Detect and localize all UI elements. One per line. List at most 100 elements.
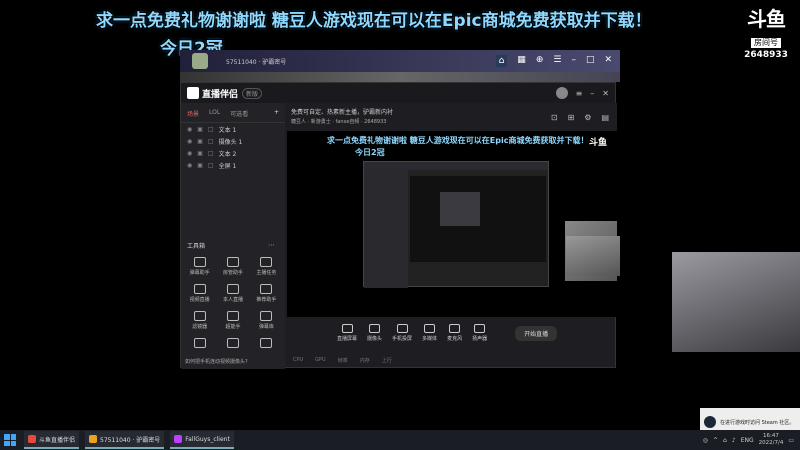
phone-icon xyxy=(396,324,408,333)
network-icon[interactable]: ⌂ xyxy=(723,437,727,444)
source-icon: □ xyxy=(207,137,214,145)
app-name: 直播伴侣 xyxy=(202,89,239,100)
version-badge[interactable]: 新版 xyxy=(242,87,263,99)
source-row[interactable]: ◉ ▣ □ 全屏 1 xyxy=(181,159,285,171)
language-indicator[interactable]: ENG xyxy=(741,437,754,444)
tool-label: 弹幕助手 xyxy=(189,270,210,276)
eye-icon[interactable]: ◉ xyxy=(187,126,192,133)
lock-icon[interactable]: ▣ xyxy=(197,138,203,145)
minimize-icon[interactable]: – xyxy=(571,55,576,67)
more-icon[interactable]: ⋯ xyxy=(268,241,275,249)
tool-item[interactable] xyxy=(183,338,216,350)
stream-controls: 直播屏幕 摄像头 手机投屏 多媒体 麦克风 扬声器 开始直播 xyxy=(285,317,617,349)
tool-icon xyxy=(260,338,273,348)
phone-cast-button[interactable]: 手机投屏 xyxy=(392,324,412,342)
tool-item[interactable]: 弹幕库 xyxy=(250,311,283,330)
tool-icon xyxy=(226,311,239,321)
microphone-button[interactable]: 麦克风 xyxy=(447,324,462,342)
source-icon: □ xyxy=(207,149,214,157)
tool-item[interactable] xyxy=(216,338,249,350)
tool-label: 超能手 xyxy=(225,324,241,330)
lock-icon[interactable]: ▣ xyxy=(197,150,203,157)
tool-icon xyxy=(260,257,273,267)
lock-icon[interactable]: ▣ xyxy=(197,126,203,133)
tool-item[interactable] xyxy=(250,338,283,350)
camera-thumbnail xyxy=(566,236,620,276)
lock-icon[interactable]: ▣ xyxy=(197,162,203,169)
source-row[interactable]: ◉ ▣ □ 摄像头 1 xyxy=(181,135,285,147)
tool-icon xyxy=(193,257,206,267)
screen-icon xyxy=(341,324,353,333)
volume-icon[interactable]: ♪ xyxy=(732,437,736,444)
list-icon[interactable]: ☰ xyxy=(553,55,561,67)
lock-icon[interactable]: ⊡ xyxy=(551,113,558,122)
avatar xyxy=(192,53,208,69)
chart-icon[interactable]: ▤ xyxy=(601,113,609,122)
eye-icon[interactable]: ◉ xyxy=(187,162,192,169)
taskbar: 斗鱼直播伴侣 57511040 · 驴霸密号 FallGuys_client ◎… xyxy=(0,430,800,450)
source-row[interactable]: ◉ ▣ □ 文本 1 xyxy=(181,123,285,135)
eye-icon[interactable]: ◉ xyxy=(187,150,192,157)
add-scene-button[interactable]: + xyxy=(274,109,279,118)
steam-tray-icon[interactable]: ◎ xyxy=(703,437,708,444)
gift-icon[interactable]: ⊞ xyxy=(568,113,575,122)
tool-item[interactable]: 超能手 xyxy=(216,311,249,330)
taskbar-item[interactable]: 57511040 · 驴霸密号 xyxy=(85,431,165,449)
tool-item[interactable]: 主播任务 xyxy=(250,257,283,276)
source-row[interactable]: ◉ ▣ □ 文本 2 xyxy=(181,147,285,159)
windows-start-icon[interactable] xyxy=(2,432,18,448)
eye-icon[interactable]: ◉ xyxy=(187,138,192,145)
tool-item[interactable]: 滤镜器 xyxy=(183,311,216,330)
chevron-up-icon[interactable]: ^ xyxy=(713,437,718,444)
tool-item[interactable]: 视频直播 xyxy=(183,284,216,303)
scene-tabs: 场景 LOL 可选看 + xyxy=(181,103,285,123)
microphone-icon xyxy=(449,324,461,333)
start-stream-button[interactable]: 开始直播 xyxy=(515,325,558,341)
logo-sub: 房间号 xyxy=(751,38,781,48)
home-icon[interactable]: ⌂ xyxy=(495,55,508,67)
tab-scene[interactable]: 场景 xyxy=(187,109,199,118)
camera-feed xyxy=(672,252,800,352)
stream-info-header: 免费可自定、热素新主播，驴霸新内衬 糖豆人 · 新游勇士 · fanxe自频 ·… xyxy=(285,103,617,131)
grid-icon[interactable]: ▦ xyxy=(517,55,526,67)
nested-titlebar xyxy=(364,162,548,170)
tool-label: 本人直播 xyxy=(222,297,243,303)
avatar[interactable] xyxy=(555,87,568,99)
tool-item[interactable]: 本人直播 xyxy=(216,284,249,303)
tool-icon xyxy=(260,284,273,294)
steam-icon xyxy=(704,416,716,428)
tab-optional[interactable]: 可选看 xyxy=(230,109,248,118)
clock[interactable]: 16:47 2022/7/4 xyxy=(759,433,784,447)
tool-item[interactable]: 房管助手 xyxy=(216,257,249,276)
strip-toolbar: ⌂ ▦ ⊕ ☰ – □ ✕ xyxy=(495,55,620,67)
screen-capture-button[interactable]: 直播屏幕 xyxy=(337,324,357,342)
close-icon[interactable]: ✕ xyxy=(604,55,612,67)
taskbar-item[interactable]: 斗鱼直播伴侣 xyxy=(24,431,80,449)
maximize-icon[interactable]: □ xyxy=(586,55,595,67)
close-icon[interactable]: ✕ xyxy=(602,89,609,98)
tool-item[interactable]: 弹幕助手 xyxy=(183,257,216,276)
status-upload: 上行 xyxy=(381,357,392,364)
media-button[interactable]: 多媒体 xyxy=(422,324,437,342)
source-label: 文本 2 xyxy=(218,150,237,158)
settings-icon[interactable]: ⚙ xyxy=(584,113,591,122)
preview-today: 今日2冠 xyxy=(355,148,385,157)
gamepad-icon[interactable]: ⊕ xyxy=(536,55,544,67)
tool-icon xyxy=(226,338,239,348)
camera-button[interactable]: 摄像头 xyxy=(367,324,382,342)
menu-icon[interactable]: ≡ xyxy=(576,89,583,98)
notification-icon[interactable]: ▭ xyxy=(788,437,794,444)
source-label: 摄像头 1 xyxy=(218,138,243,146)
phone-camera-hint-link[interactable]: 如何把手机连动视频摄像头? xyxy=(185,358,248,365)
tool-item[interactable]: 推荐助手 xyxy=(250,284,283,303)
speaker-button[interactable]: 扬声器 xyxy=(472,324,487,342)
minimize-icon[interactable]: – xyxy=(590,89,594,98)
app-icon xyxy=(89,435,98,443)
control-label: 多媒体 xyxy=(422,336,438,342)
system-tray: ◎ ^ ⌂ ♪ ENG 16:47 2022/7/4 ▭ xyxy=(703,433,800,447)
taskbar-item[interactable]: FallGuys_client xyxy=(170,431,234,449)
speaker-icon xyxy=(474,324,486,333)
source-icon: □ xyxy=(207,125,214,133)
room-number: 2648933 xyxy=(744,50,788,60)
tab-lol[interactable]: LOL xyxy=(209,109,220,118)
